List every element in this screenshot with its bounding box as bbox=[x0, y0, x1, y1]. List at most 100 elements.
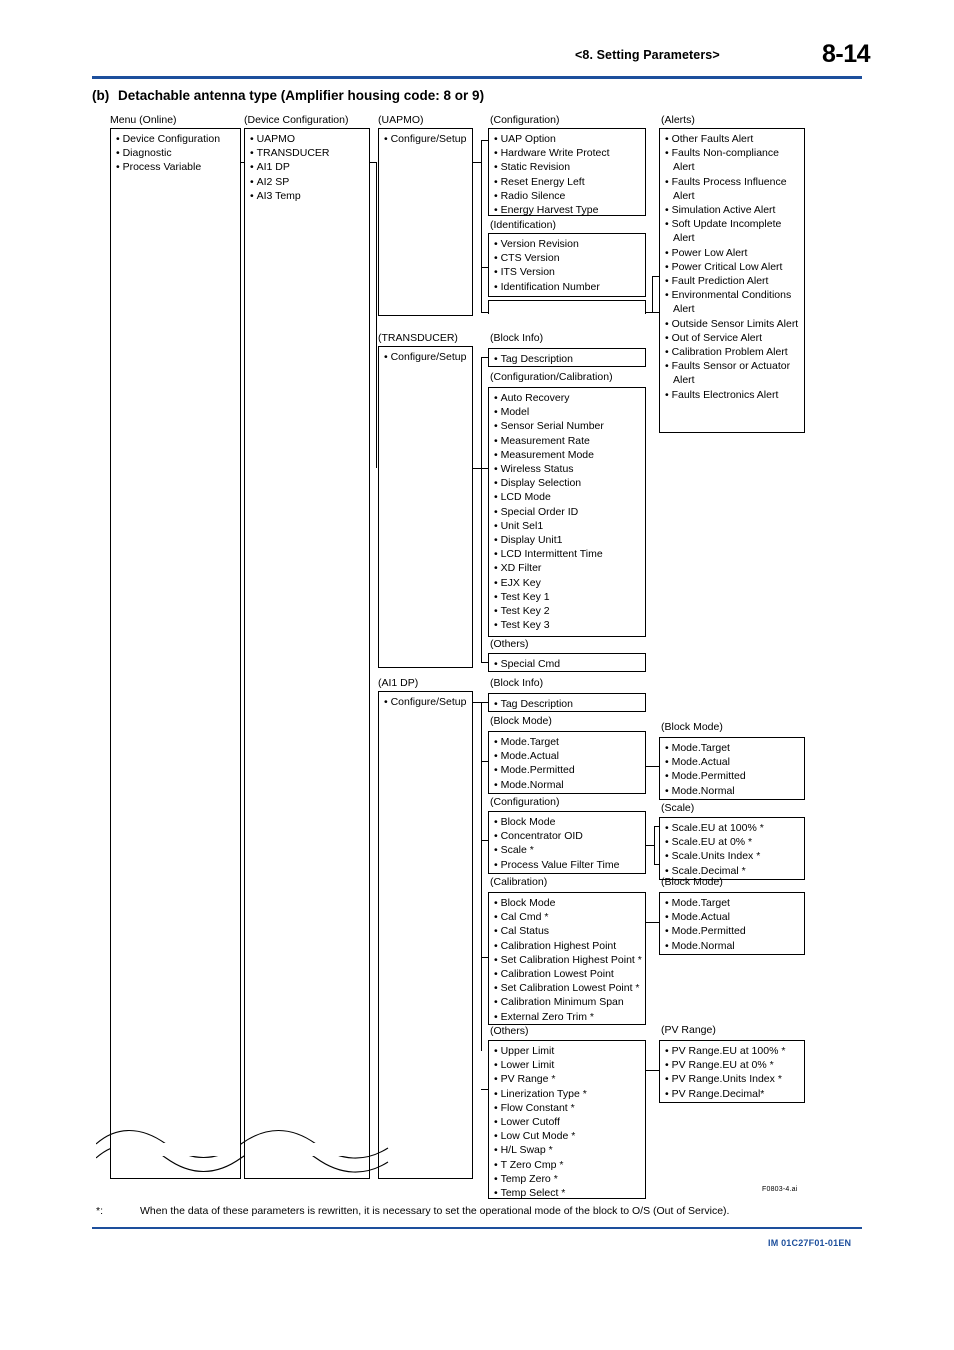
list-uapmo-configuration: UAP Option Hardware Write Protect Static… bbox=[489, 129, 645, 219]
list-item: Temp Select * bbox=[494, 1186, 641, 1200]
box-identification: Version Revision CTS Version ITS Version… bbox=[488, 233, 646, 297]
footnote-marker: *: bbox=[96, 1205, 104, 1217]
list-item: Scale.EU at 0% * bbox=[665, 835, 800, 849]
box-transducer-block-info: Tag Description bbox=[488, 348, 646, 367]
header-divider bbox=[92, 76, 862, 79]
list-item: Upper Limit bbox=[494, 1044, 641, 1058]
list-item: Linerization Type * bbox=[494, 1087, 641, 1101]
page-title: (b) Detachable antenna type (Amplifier ho… bbox=[92, 88, 484, 103]
list-item: Configure/Setup bbox=[384, 695, 468, 709]
list-item: Scale.EU at 100% * bbox=[665, 821, 800, 835]
break-squiggle bbox=[96, 1129, 389, 1173]
connector-ai1-trunk bbox=[481, 702, 482, 1051]
list-alerts: Other Faults Alert Faults Non-compliance… bbox=[660, 129, 804, 404]
list-item: Unit Sel1 bbox=[494, 519, 641, 533]
list-item: Mode.Permitted bbox=[494, 763, 641, 777]
box-ai1-dp: Configure/Setup bbox=[378, 691, 473, 1179]
list-item: Tag Description bbox=[494, 697, 641, 711]
list-item: Test Key 2 bbox=[494, 604, 641, 618]
page-title-text: Detachable antenna type (Amplifier housi… bbox=[118, 88, 485, 103]
connector-others-out bbox=[646, 1070, 654, 1071]
list-scale: Scale.EU at 100% * Scale.EU at 0% * Scal… bbox=[660, 818, 804, 880]
list-item: PV Range.Units Index * bbox=[665, 1072, 800, 1086]
connector-transducer-trunk bbox=[481, 357, 482, 662]
list-item: Cal Status bbox=[494, 924, 641, 938]
connector-ai1-to-configuration bbox=[481, 840, 488, 841]
box-uapmo-continuation bbox=[488, 300, 646, 314]
list-item: Cal Cmd * bbox=[494, 910, 641, 924]
box-ai1-block-info: Tag Description bbox=[488, 693, 646, 712]
list-item: Process Value Filter Time bbox=[494, 858, 641, 872]
list-item: Mode.Actual bbox=[665, 910, 800, 924]
list-item: Hardware Write Protect bbox=[494, 146, 641, 160]
caption-ai1-calibration: (Calibration) bbox=[490, 876, 548, 888]
list-item: Out of Service Alert bbox=[665, 331, 800, 345]
break-mask-right bbox=[245, 1143, 369, 1156]
list-item: Auto Recovery bbox=[494, 391, 641, 405]
connector-config-out bbox=[646, 845, 654, 846]
caption-device-configuration: (Device Configuration) bbox=[244, 114, 349, 126]
caption-alerts: (Alerts) bbox=[661, 114, 695, 126]
box-uapmo-configuration: UAP Option Hardware Write Protect Static… bbox=[488, 128, 646, 216]
list-ai1-calibration: Block Mode Cal Cmd * Cal Status Calibrat… bbox=[489, 893, 645, 1026]
connector-uapmo-to-configuration bbox=[481, 140, 488, 141]
list-ai1-block-info: Tag Description bbox=[489, 694, 645, 713]
list-item: Mode.Permitted bbox=[665, 769, 800, 783]
list-item: Process Variable bbox=[116, 160, 236, 174]
connector-main-trunk bbox=[376, 162, 377, 468]
caption-identification: (Identification) bbox=[490, 219, 556, 231]
list-item: Test Key 1 bbox=[494, 590, 641, 604]
list-item: PV Range.EU at 100% * bbox=[665, 1044, 800, 1058]
box-ai1-calibration: Block Mode Cal Cmd * Cal Status Calibrat… bbox=[488, 892, 646, 1025]
connector-ai1-to-blockinfo bbox=[481, 702, 488, 703]
box-transducer: Configure/Setup bbox=[378, 346, 473, 668]
list-item: Other Faults Alert bbox=[665, 132, 800, 146]
list-item: Calibration Highest Point bbox=[494, 939, 641, 953]
list-transducer-block-info: Tag Description bbox=[489, 349, 645, 368]
caption-uapmo: (UAPMO) bbox=[378, 114, 424, 126]
list-item: Calibration Lowest Point bbox=[494, 967, 641, 981]
list-item: PV Range.Decimal* bbox=[665, 1087, 800, 1101]
list-item: Configure/Setup bbox=[384, 132, 468, 146]
list-item: Low Cut Mode * bbox=[494, 1129, 641, 1143]
box-transducer-others: Special Cmd bbox=[488, 653, 646, 672]
connector-uapmo-out bbox=[473, 162, 481, 163]
page-title-lead: (b) bbox=[92, 88, 110, 103]
list-configuration-calibration: Auto Recovery Model Sensor Serial Number… bbox=[489, 388, 645, 634]
list-item: Concentrator OID bbox=[494, 829, 641, 843]
list-item: T Zero Cmp * bbox=[494, 1158, 641, 1172]
connector-transducer-to-configcal bbox=[481, 468, 488, 469]
document-page: <8. Setting Parameters> 8-14 (b) Detachab… bbox=[0, 0, 954, 1350]
caption-menu-online: Menu (Online) bbox=[110, 114, 177, 126]
list-identification: Version Revision CTS Version ITS Version… bbox=[489, 234, 645, 296]
list-item: Flow Constant * bbox=[494, 1101, 641, 1115]
list-item: Power Low Alert bbox=[665, 246, 800, 260]
list-item: Model bbox=[494, 405, 641, 419]
list-item: Tag Description bbox=[494, 352, 641, 366]
list-item: Wireless Status bbox=[494, 462, 641, 476]
list-item: UAPMO bbox=[250, 132, 365, 146]
list-item: Calibration Problem Alert bbox=[665, 345, 800, 359]
list-ai1-block-mode: Mode.Target Mode.Actual Mode.Permitted M… bbox=[489, 732, 645, 794]
caption-pv-range: (PV Range) bbox=[661, 1024, 716, 1036]
box-pv-range: PV Range.EU at 100% * PV Range.EU at 0% … bbox=[659, 1040, 805, 1103]
break-mask-left bbox=[111, 1143, 240, 1156]
list-item: Temp Zero * bbox=[494, 1172, 641, 1186]
connector-transducer-to-others bbox=[481, 662, 488, 663]
page-number: 8-14 bbox=[822, 40, 871, 68]
list-item: Energy Harvest Type bbox=[494, 203, 641, 217]
list-item: Measurement Mode bbox=[494, 448, 641, 462]
caption-right-block-mode-1: (Block Mode) bbox=[661, 721, 723, 733]
connector-alerts-riser bbox=[652, 276, 653, 312]
connector-uapmo-trunk bbox=[481, 140, 482, 312]
list-item: ITS Version bbox=[494, 265, 641, 279]
header-section-title: <8. Setting Parameters> bbox=[575, 48, 720, 62]
list-item: PV Range * bbox=[494, 1072, 641, 1086]
list-transducer-others: Special Cmd bbox=[489, 654, 645, 673]
box-right-block-mode-1: Mode.Target Mode.Actual Mode.Permitted M… bbox=[659, 737, 805, 800]
list-item: Display Selection bbox=[494, 476, 641, 490]
list-item: LCD Intermittent Time bbox=[494, 547, 641, 561]
list-item: Simulation Active Alert bbox=[665, 203, 800, 217]
list-item: Special Cmd bbox=[494, 657, 641, 671]
list-pv-range: PV Range.EU at 100% * PV Range.EU at 0% … bbox=[660, 1041, 804, 1103]
